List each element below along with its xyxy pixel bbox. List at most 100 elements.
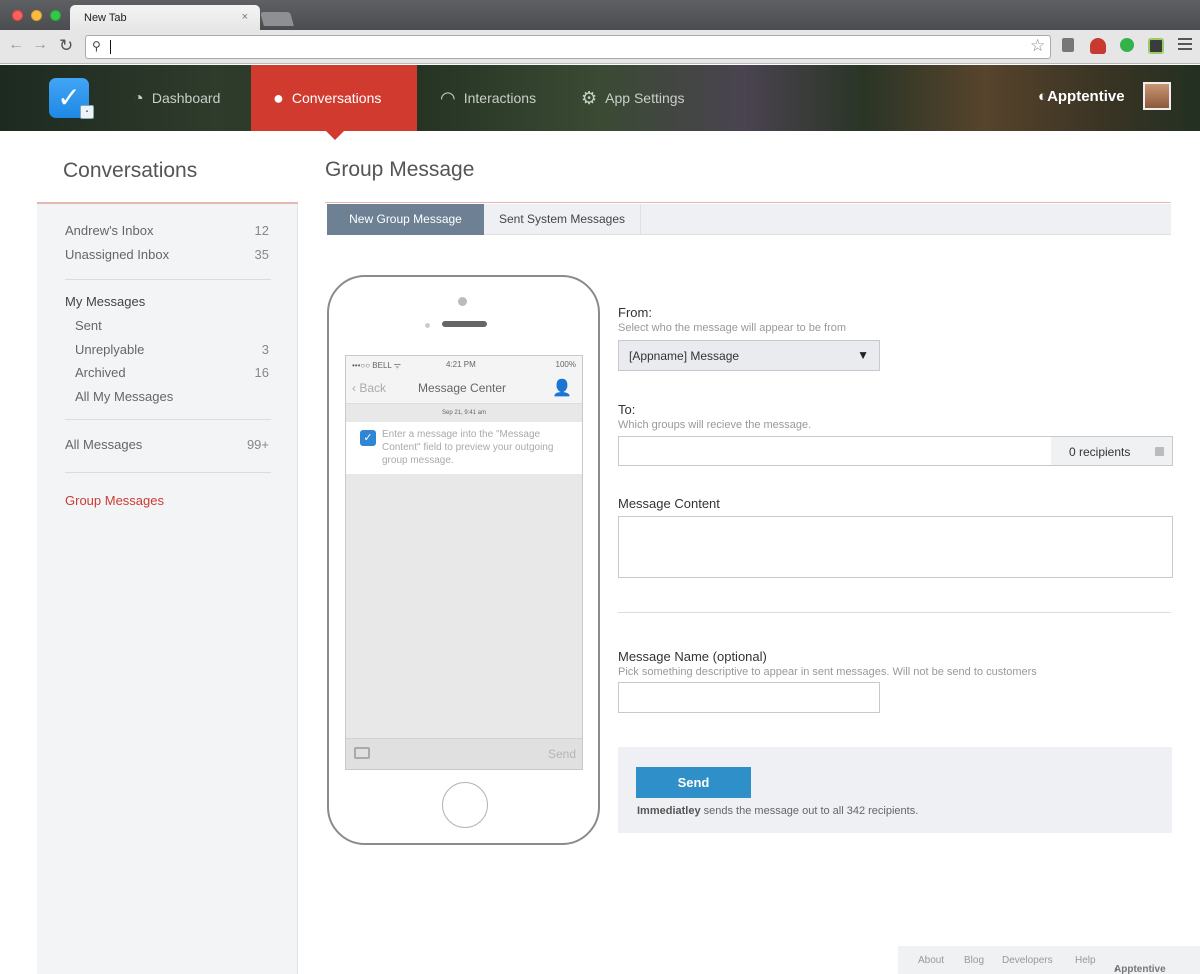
logo-badge: ▪ xyxy=(80,105,94,119)
text-caret xyxy=(110,40,111,54)
sidebar-header: Conversations xyxy=(37,131,298,204)
from-select-value: [Appname] Message xyxy=(629,349,740,363)
send-panel: Send Immediatley sends the message out t… xyxy=(618,747,1172,833)
apptentive-logo-icon: ◐ xyxy=(1038,88,1048,105)
divider xyxy=(65,419,271,420)
s-extension-icon[interactable] xyxy=(1148,38,1164,54)
phone-status-bar: •••○○ BELL ᯤ 4:21 PM 100% xyxy=(346,356,582,372)
chat-bubble-icon: ● xyxy=(273,88,284,108)
footer-brand-name: Apptentive xyxy=(1114,964,1166,974)
tab-sent-system-messages[interactable]: Sent System Messages xyxy=(484,204,641,235)
message-date: Sep 21, 9:41 am xyxy=(441,410,487,416)
recipients-count: 0 recipients xyxy=(1069,445,1131,459)
sidebar-item-all-my-messages[interactable]: All My Messages xyxy=(75,389,173,404)
sidebar-count: 16 xyxy=(254,365,269,380)
minimize-window-button[interactable] xyxy=(31,10,42,21)
forward-arrow-icon[interactable]: → xyxy=(32,36,48,54)
back-arrow-icon[interactable]: ← xyxy=(8,36,24,54)
reload-icon[interactable]: ↻ xyxy=(59,36,73,56)
close-window-button[interactable] xyxy=(12,10,23,21)
footer-link-developers[interactable]: Developers xyxy=(1002,955,1053,966)
sidebar-count: 12 xyxy=(254,223,269,238)
sidebar-title: Conversations xyxy=(63,159,198,182)
back-button: ‹ Back xyxy=(352,381,386,395)
to-label: To: xyxy=(618,402,636,417)
nav-conversations[interactable]: ● Conversations xyxy=(251,65,417,131)
phone-send-label: Send xyxy=(547,747,576,761)
nav-dashboard[interactable]: ◔ Dashboard xyxy=(133,65,220,131)
nav-interactions-label: Interactions xyxy=(463,90,537,106)
from-label: From: xyxy=(618,305,652,320)
phone-screen: •••○○ BELL ᯤ 4:21 PM 100% ‹ Back Message… xyxy=(345,355,583,770)
phone-composer: Send xyxy=(346,738,582,769)
active-nav-caret xyxy=(326,131,344,140)
sidebar-item-andrews-inbox[interactable]: Andrew's Inbox xyxy=(65,223,153,238)
phone-preview: •••○○ BELL ᯤ 4:21 PM 100% ‹ Back Message… xyxy=(327,275,600,845)
tab-close-icon[interactable]: × xyxy=(242,11,248,23)
message-name-field[interactable] xyxy=(618,682,880,713)
to-field[interactable] xyxy=(618,436,1052,466)
address-bar[interactable]: ⚲ xyxy=(85,35,1051,59)
sidebar-item-group-messages[interactable]: Group Messages xyxy=(65,493,164,508)
message-content-field[interactable] xyxy=(618,516,1173,578)
message-center-title: Message Center xyxy=(418,381,507,395)
zoom-window-button[interactable] xyxy=(50,10,61,21)
message-name-hint: Pick something descriptive to appear in … xyxy=(618,666,1037,678)
preview-message: ✓ Enter a message into the "Message Cont… xyxy=(346,422,582,474)
avatar[interactable] xyxy=(1143,82,1171,110)
footer-link-blog[interactable]: Blog xyxy=(964,955,984,966)
gear-icon: ⚙ xyxy=(581,88,598,108)
phone-camera xyxy=(458,297,467,306)
camera-icon xyxy=(354,747,370,759)
status-time: 4:21 PM xyxy=(446,360,476,369)
to-hint: Which groups will recieve the message. xyxy=(618,419,812,431)
sidebar-item-my-messages[interactable]: My Messages xyxy=(65,294,145,309)
send-note-emphasis: Immediatley xyxy=(637,805,701,817)
tab-new-group-message[interactable]: New Group Message xyxy=(327,204,484,235)
divider xyxy=(618,612,1171,613)
from-hint: Select who the message will appear to be… xyxy=(618,322,847,334)
nav-app-settings[interactable]: ⚙ App Settings xyxy=(581,65,685,131)
nav-interactions[interactable]: ◠ Interactions xyxy=(440,65,536,131)
sidebar-item-all-messages[interactable]: All Messages xyxy=(65,437,142,452)
nav-conversations-label: Conversations xyxy=(291,90,382,106)
sidebar-item-archived[interactable]: Archived xyxy=(75,365,126,380)
new-tab-button[interactable] xyxy=(260,12,294,26)
from-select[interactable]: [Appname] Message ▼ xyxy=(618,340,880,371)
brand-logo[interactable]: ◐Apptentive xyxy=(1038,88,1125,105)
sidebar-item-sent[interactable]: Sent xyxy=(75,318,102,333)
send-note: Immediatley sends the message out to all… xyxy=(637,805,918,817)
sidebar-item-unassigned-inbox[interactable]: Unassigned Inbox xyxy=(65,247,169,262)
preview-text: Enter a message into the "Message Conten… xyxy=(382,429,554,466)
tabs-bar: New Group Message Sent System Messages xyxy=(327,204,1171,235)
battery-level: 100% xyxy=(555,360,576,369)
tab-title: New Tab xyxy=(84,12,127,24)
sidebar-count: 99+ xyxy=(246,437,269,452)
footer-link-help[interactable]: Help xyxy=(1075,955,1096,966)
search-icon: ⚲ xyxy=(92,39,101,53)
divider xyxy=(65,279,271,280)
bookmark-star-icon[interactable]: ☆ xyxy=(1030,36,1045,56)
send-button[interactable]: Send xyxy=(636,767,751,798)
message-name-label: Message Name (optional) xyxy=(618,649,767,664)
interactions-icon: ◠ xyxy=(440,88,456,108)
message-center-nav: ‹ Back Message Center 👤 xyxy=(346,372,582,404)
recipients-icon xyxy=(1155,447,1164,456)
green-extension-icon[interactable] xyxy=(1120,38,1134,52)
send-note-text: sends the message out to all 342 recipie… xyxy=(700,805,919,817)
checkmark-icon: ✓ xyxy=(360,430,376,446)
divider xyxy=(65,472,271,473)
chevron-down-icon: ▼ xyxy=(857,348,869,362)
browser-tab-bar: New Tab × xyxy=(0,0,1200,30)
sidebar-item-unreplyable[interactable]: Unreplyable xyxy=(75,342,144,357)
turtle-extension-icon[interactable] xyxy=(1090,38,1106,54)
browser-tab[interactable]: New Tab × xyxy=(70,5,260,30)
sidebar-count: 35 xyxy=(254,247,269,262)
footer: About Blog Developers Help ◐ Apptentive xyxy=(898,946,1200,974)
divider xyxy=(325,202,1171,203)
key-extension-icon[interactable] xyxy=(1062,38,1074,52)
sidebar: Conversations Andrew's Inbox 12 Unassign… xyxy=(37,131,298,974)
dashboard-icon: ◔ xyxy=(133,88,144,108)
menu-icon[interactable] xyxy=(1178,38,1192,53)
footer-link-about[interactable]: About xyxy=(918,955,944,966)
